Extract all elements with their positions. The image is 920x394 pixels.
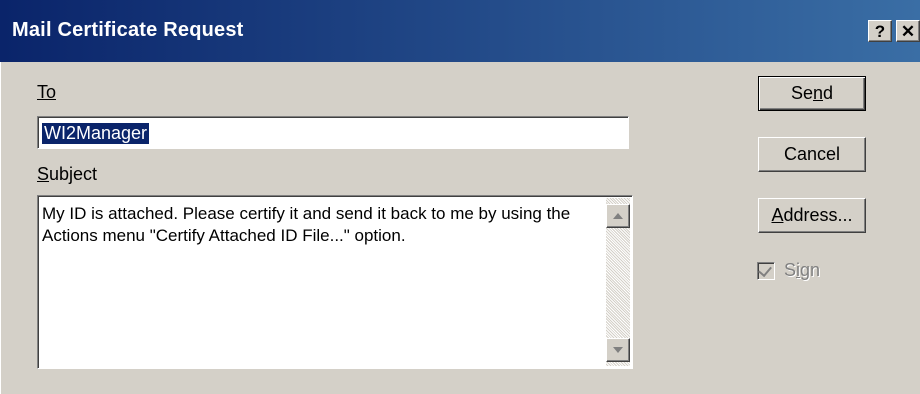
close-button[interactable]: ✕ <box>896 20 920 42</box>
sign-checkbox[interactable] <box>757 261 775 280</box>
to-input[interactable]: WI2Manager <box>37 116 629 149</box>
subject-text: My ID is attached. Please certify it and… <box>42 204 571 245</box>
sign-label-post: gn <box>800 260 821 280</box>
address-label-accelerator: A <box>771 205 784 225</box>
sign-option[interactable]: Sign <box>757 260 820 281</box>
window-left-edge <box>0 62 4 394</box>
send-label-post: d <box>823 83 834 103</box>
scroll-up-button[interactable] <box>606 204 630 228</box>
to-label: To <box>37 82 56 103</box>
send-label-accelerator: n <box>813 83 824 103</box>
window-title: Mail Certificate Request <box>12 19 244 41</box>
subject-textarea[interactable]: My ID is attached. Please certify it and… <box>37 195 633 369</box>
cancel-label: Cancel <box>783 144 841 164</box>
address-label-post: ddress... <box>783 205 853 225</box>
subject-label-accelerator: S <box>37 164 50 184</box>
help-button[interactable]: ? <box>868 20 892 42</box>
close-icon: ✕ <box>900 21 916 41</box>
sign-label-pre: S <box>784 260 797 280</box>
to-label-text: To <box>37 82 57 102</box>
subject-label: Subject <box>37 164 97 185</box>
sign-label: Sign <box>784 260 820 281</box>
address-button[interactable]: Address... <box>758 198 866 233</box>
subject-label-rest: ubject <box>49 164 98 184</box>
send-label-pre: Se <box>790 83 813 103</box>
help-icon: ? <box>874 21 886 41</box>
cancel-button[interactable]: Cancel <box>758 137 866 172</box>
to-input-value: WI2Manager <box>42 123 150 144</box>
subject-scrollbar[interactable] <box>606 198 630 366</box>
checkmark-icon <box>758 262 772 277</box>
arrow-up-icon <box>613 213 623 219</box>
scroll-down-button[interactable] <box>606 338 630 362</box>
arrow-down-icon <box>613 347 623 353</box>
title-bar[interactable]: Mail Certificate Request ? ✕ <box>0 0 920 62</box>
send-button[interactable]: Se n d <box>758 76 866 111</box>
